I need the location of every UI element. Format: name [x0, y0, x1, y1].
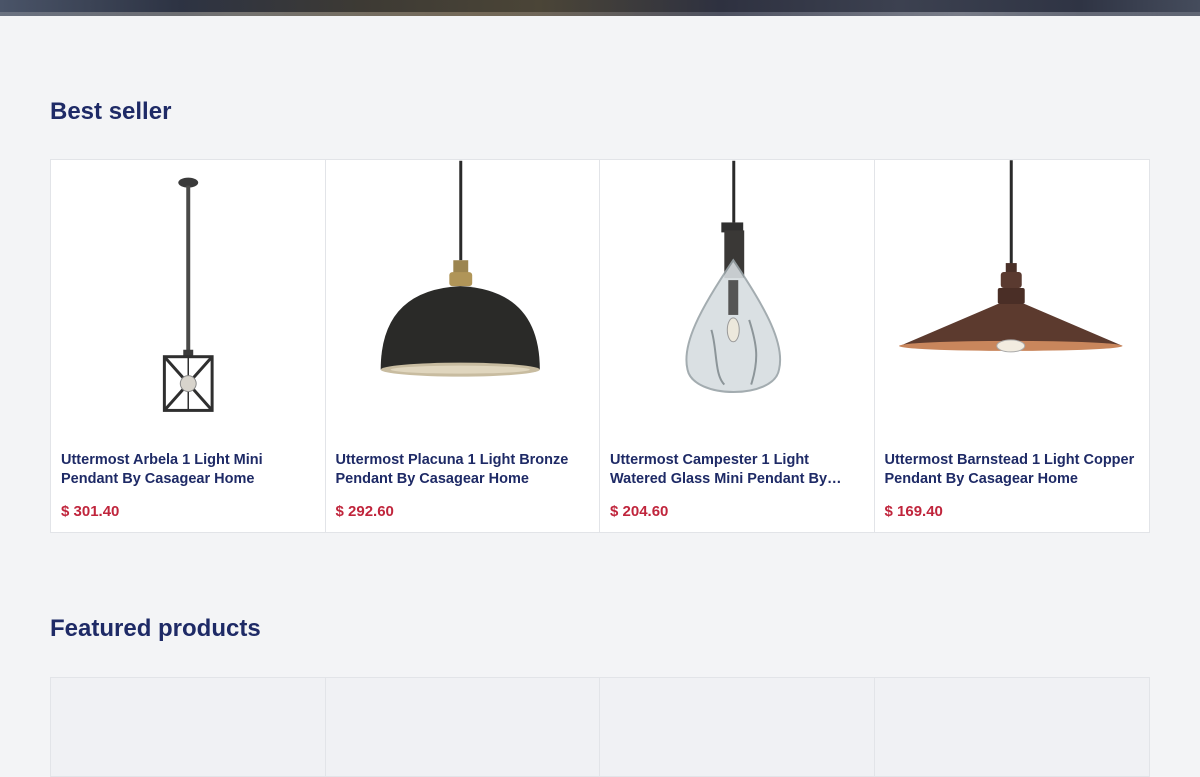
product-card[interactable]: Uttermost Barnstead 1 Light Copper Penda…	[875, 160, 1150, 532]
featured-products-grid	[50, 677, 1150, 777]
product-price: $ 169.40	[884, 503, 943, 520]
cage-pendant-icon	[162, 177, 214, 412]
best-seller-grid: Uttermost Arbela 1 Light Mini Pendant By…	[50, 159, 1150, 533]
best-seller-heading: Best seller	[50, 98, 172, 125]
product-title[interactable]: Uttermost Arbela 1 Light Mini Pendant By…	[61, 451, 317, 489]
product-image[interactable]	[51, 160, 325, 445]
product-title[interactable]: Uttermost Placuna 1 Light Bronze Pendant…	[336, 451, 592, 489]
product-card-placeholder	[874, 678, 1149, 776]
product-card[interactable]: Uttermost Campester 1 Light Watered Glas…	[600, 160, 875, 532]
product-card-placeholder	[600, 678, 875, 776]
cone-pendant-icon	[898, 160, 1123, 353]
dome-pendant-icon	[380, 160, 540, 377]
product-price: $ 204.60	[610, 503, 669, 520]
glass-pendant-icon	[685, 160, 782, 394]
product-card[interactable]: Uttermost Placuna 1 Light Bronze Pendant…	[326, 160, 600, 532]
hero-banner-edge	[0, 0, 1200, 16]
product-price: $ 301.40	[61, 503, 120, 520]
product-card-placeholder	[51, 678, 326, 776]
product-card[interactable]: Uttermost Arbela 1 Light Mini Pendant By…	[51, 160, 326, 532]
product-title[interactable]: Uttermost Barnstead 1 Light Copper Penda…	[885, 451, 1142, 489]
product-image[interactable]	[326, 160, 600, 445]
product-price: $ 292.60	[335, 503, 394, 520]
product-image[interactable]	[600, 160, 874, 445]
product-card-placeholder	[325, 678, 600, 776]
featured-products-heading: Featured products	[50, 615, 261, 642]
product-image[interactable]	[875, 160, 1150, 445]
product-title[interactable]: Uttermost Campester 1 Light Watered Glas…	[610, 451, 866, 489]
